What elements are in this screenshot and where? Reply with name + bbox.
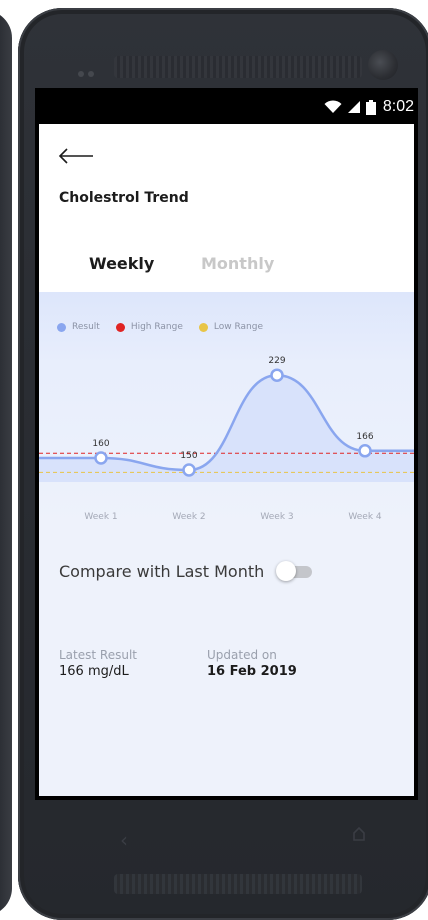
hardware-back-icon: ‹ [120,828,128,852]
signal-icon [347,101,360,113]
x-tick-label: Week 3 [260,512,293,522]
x-tick-label: Week 1 [84,512,117,522]
updated-on-block: Updated on 16 Feb 2019 [207,648,297,679]
app-header: Cholestrol Trend Weekly Monthly [39,124,414,292]
wifi-icon [324,100,342,113]
status-time: 8:02 [382,98,414,115]
legend-dot-low-range [198,322,208,332]
earpiece-speaker [114,56,362,78]
data-label: 166 [356,432,373,442]
compare-row: Compare with Last Month [59,556,399,586]
updated-on-value: 16 Feb 2019 [207,664,297,679]
legend-item-low-range: Low Range [198,322,263,332]
status-icons: 8:02 [324,97,414,117]
bottom-speaker [114,874,362,894]
app-content: Cholestrol Trend Weekly Monthly Result H… [39,124,414,796]
arrow-left-icon[interactable] [57,142,95,170]
toggle-thumb[interactable] [276,561,297,581]
phone-screen: 8:02 Cholestrol Trend Weekly Monthly Res… [35,88,418,800]
hardware-home-icon [353,826,365,841]
data-point [358,444,372,458]
chart-legend: Result High Range Low Range [57,322,263,332]
latest-result-value: 166 mg/dL [59,664,129,679]
legend-label-low-range: Low Range [213,322,263,332]
compare-label: Compare with Last Month [59,561,265,581]
battery-icon [365,99,376,115]
legend-item-result: Result [57,322,100,332]
latest-result-block: Latest Result 166 mg/dL [59,648,137,679]
legend-item-high-range: High Range [115,322,183,332]
status-bar: 8:02 [35,88,418,124]
x-tick-label: Week 2 [172,512,205,522]
stage: ‹ 8:02 Cholestrol Trend Weekly Monthly R… [0,0,428,920]
data-point [94,451,108,465]
tab-weekly[interactable]: Weekly [89,254,154,273]
tab-monthly[interactable]: Monthly [201,254,274,273]
front-camera-icon [368,50,398,80]
updated-on-label: Updated on [207,648,277,662]
x-tick-label: Week 4 [348,512,382,522]
data-label: 229 [268,356,285,366]
latest-result-label: Latest Result [59,648,137,662]
legend-label-result: Result [72,322,100,332]
legend-dot-result [57,322,66,332]
page-title: Cholestrol Trend [59,190,189,206]
adjacent-phone-edge [0,10,12,916]
data-point [182,463,196,477]
data-label: 150 [180,451,197,461]
legend-dot-high-range [115,322,125,332]
data-point [270,368,284,382]
legend-label-high-range: High Range [130,322,183,332]
data-label: 160 [92,439,109,449]
chart-panel: Result High Range Low Range 160 150 229 166… [39,292,414,532]
cholesterol-line-chart: 160 150 229 166 Week 1 Week 2 Week 3 Week 4 [39,356,414,522]
compare-toggle[interactable] [276,561,314,581]
sensor-dots [78,62,100,77]
result-area-fill [39,375,414,482]
